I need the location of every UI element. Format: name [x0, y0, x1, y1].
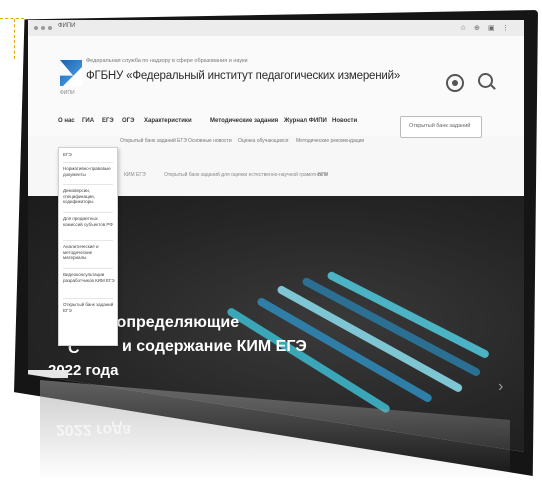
subnav-link[interactable]: Открытый банк заданий для оценки естеств… [164, 172, 328, 178]
menu-icon[interactable]: ⋮ [502, 24, 509, 32]
dropdown-item[interactable]: Для предметных комиссий субъектов РФ [63, 216, 115, 227]
slider-next-arrow-icon[interactable]: › [498, 378, 503, 396]
dropdown-item[interactable]: ЕГЭ [63, 152, 115, 158]
subnav-link[interactable]: КИМ ЕГЭ [124, 172, 146, 178]
pencil-image [301, 276, 482, 378]
bookmark-icon[interactable]: ☆ [460, 24, 466, 32]
pencil-image [326, 270, 491, 360]
nav-item-characteristics[interactable]: Характеристики [144, 118, 192, 124]
org-subtitle: Федеральная служба по надзору в сфере об… [86, 58, 248, 64]
dropdown-item[interactable]: Нормативно-правовые документы [63, 166, 115, 177]
fipi-logo-icon[interactable] [60, 60, 82, 86]
search-icon[interactable] [478, 73, 493, 88]
hero-title-line2: и содержание КИМ ЕГЭ [122, 338, 307, 355]
dropdown-divider [63, 184, 113, 185]
dropdown-item[interactable]: Аналитические и методические материалы [63, 244, 115, 261]
extension-icon[interactable]: ⊕ [474, 24, 480, 32]
dropdown-item[interactable]: Видеоконсультации разработчиков КИМ ЕГЭ [63, 272, 115, 283]
dropdown-item[interactable]: Открытый банк заданий ЕГЭ [63, 302, 115, 313]
forward-icon[interactable] [41, 26, 45, 30]
nav-item-gia[interactable]: ГИА [82, 118, 94, 124]
sidebar-icon[interactable]: ▣ [488, 24, 495, 32]
back-icon[interactable] [34, 26, 38, 30]
nav-item-ege[interactable]: ЕГЭ [102, 118, 114, 124]
reload-icon[interactable] [48, 26, 52, 30]
dropdown-divider [63, 162, 113, 163]
ege-dropdown-menu: ЕГЭ Нормативно-правовые документы Демове… [58, 147, 118, 346]
nav-item-about[interactable]: О нас [58, 118, 75, 124]
nav-item-oge[interactable]: ОГЭ [122, 118, 134, 124]
subnav-link[interactable]: Оценка обучающихся [238, 138, 288, 144]
reflection-text: 2022 года [56, 421, 132, 438]
nav-item-methodical[interactable]: Методические задания [210, 118, 278, 124]
subnav-link[interactable]: ВПР [318, 172, 328, 178]
subnav-link[interactable]: Основные новости [188, 138, 232, 144]
browser-tab-bar: ФИПИ ☆ ⊕ ▣ ⋮ [28, 20, 524, 37]
nav-item-news[interactable]: Новости [332, 118, 357, 124]
dropdown-item[interactable]: Демоверсии, спецификации, кодификаторы [63, 188, 115, 205]
subnav-link[interactable]: Методические рекомендации [296, 138, 364, 144]
dropdown-divider [63, 240, 113, 241]
dropdown-divider [63, 212, 113, 213]
org-title[interactable]: ФГБНУ «Федеральный институт педагогическ… [86, 70, 400, 82]
guide-line-top [0, 18, 24, 19]
open-bank-button-label: Открытый банк заданий [409, 123, 471, 129]
logo-caption: ФИПИ [60, 90, 75, 96]
nav-item-journal[interactable]: Журнал ФИПИ [284, 118, 327, 124]
accessibility-icon[interactable] [446, 74, 464, 92]
guide-line-left [14, 19, 15, 59]
dropdown-divider [63, 268, 113, 269]
dropdown-divider [63, 298, 113, 299]
subnav-link[interactable]: Открытый банк заданий ЕГЭ [120, 138, 187, 144]
open-bank-button[interactable]: Открытый банк заданий [400, 116, 482, 138]
address-bar[interactable]: ФИПИ [58, 23, 76, 29]
